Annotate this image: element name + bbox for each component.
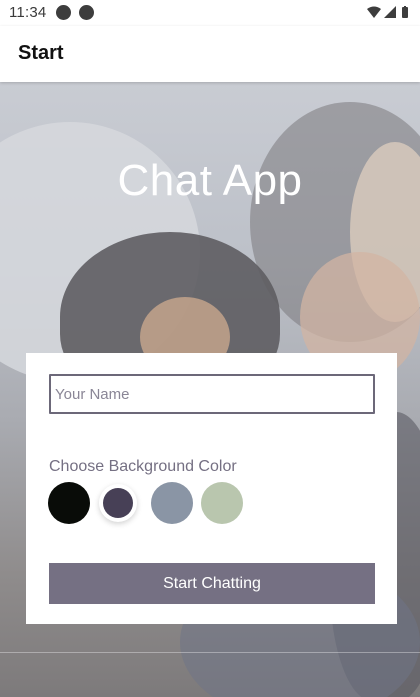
app-title: Chat App [117,156,303,205]
color-choice-label: Choose Background Color [49,458,237,475]
start-form-card: Choose Background Color Start Chatting [26,353,397,624]
name-input[interactable] [49,374,375,414]
app-notification-icon [56,5,71,20]
wifi-icon [367,6,381,18]
status-indicators [366,5,412,20]
app-notification-icon-2 [79,5,94,20]
battery-icon [402,6,408,18]
color-swatch-sage[interactable] [201,482,243,524]
status-time: 11:34 [9,4,47,21]
app-bar-title: Start [18,42,64,64]
status-bar: 11:34 [0,0,420,26]
signal-icon [384,6,396,18]
start-chatting-button[interactable]: Start Chatting [49,563,375,604]
color-swatch-slate[interactable] [151,482,193,524]
app-bar: Start [0,26,420,82]
color-swatch-dark-purple[interactable] [103,488,133,518]
color-swatch-black[interactable] [48,482,90,524]
